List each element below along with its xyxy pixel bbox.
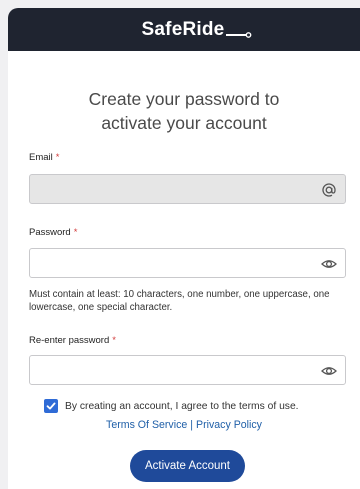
brand-name: SafeRide bbox=[141, 18, 225, 40]
page-title-line-1: Create your password to bbox=[88, 89, 280, 109]
password-requirements: Must contain at least: 10 characters, on… bbox=[29, 289, 330, 313]
eye-icon[interactable] bbox=[321, 256, 337, 272]
terms-agreement: By creating an account, I agree to the t… bbox=[44, 399, 299, 413]
page-title: Create your password to activate your ac… bbox=[8, 87, 360, 135]
required-mark: * bbox=[55, 152, 60, 163]
brand-logo: SafeRide bbox=[142, 19, 255, 41]
password-input[interactable] bbox=[30, 249, 345, 277]
reenter-password-label: Re-enter password * bbox=[29, 335, 116, 346]
terms-checkbox[interactable] bbox=[44, 399, 58, 413]
privacy-policy-link[interactable]: Privacy Policy bbox=[196, 419, 262, 431]
required-mark: * bbox=[112, 335, 116, 346]
check-icon bbox=[46, 402, 56, 410]
terms-of-service-link[interactable]: Terms Of Service bbox=[106, 419, 187, 431]
eye-icon[interactable] bbox=[321, 363, 337, 379]
reenter-password-input[interactable] bbox=[30, 356, 345, 384]
email-label: Email * bbox=[29, 152, 60, 163]
app-header: SafeRide bbox=[8, 8, 360, 51]
terms-checkbox-label: By creating an account, I agree to the t… bbox=[65, 400, 299, 412]
at-icon bbox=[322, 183, 336, 197]
reenter-password-field[interactable] bbox=[29, 355, 346, 385]
brand-mark-icon bbox=[226, 31, 252, 38]
activation-card: SafeRide Create your password to activat… bbox=[8, 8, 360, 489]
legal-links: Terms Of Service | Privacy Policy bbox=[8, 419, 360, 431]
password-field[interactable] bbox=[29, 248, 346, 278]
required-mark: * bbox=[73, 227, 78, 238]
password-label: Password * bbox=[29, 227, 78, 238]
email-field[interactable] bbox=[29, 174, 346, 204]
page-title-line-2: activate your account bbox=[101, 113, 267, 133]
email-input[interactable] bbox=[30, 175, 345, 203]
link-separator: | bbox=[190, 419, 194, 431]
activate-account-button[interactable]: Activate Account bbox=[130, 450, 245, 482]
